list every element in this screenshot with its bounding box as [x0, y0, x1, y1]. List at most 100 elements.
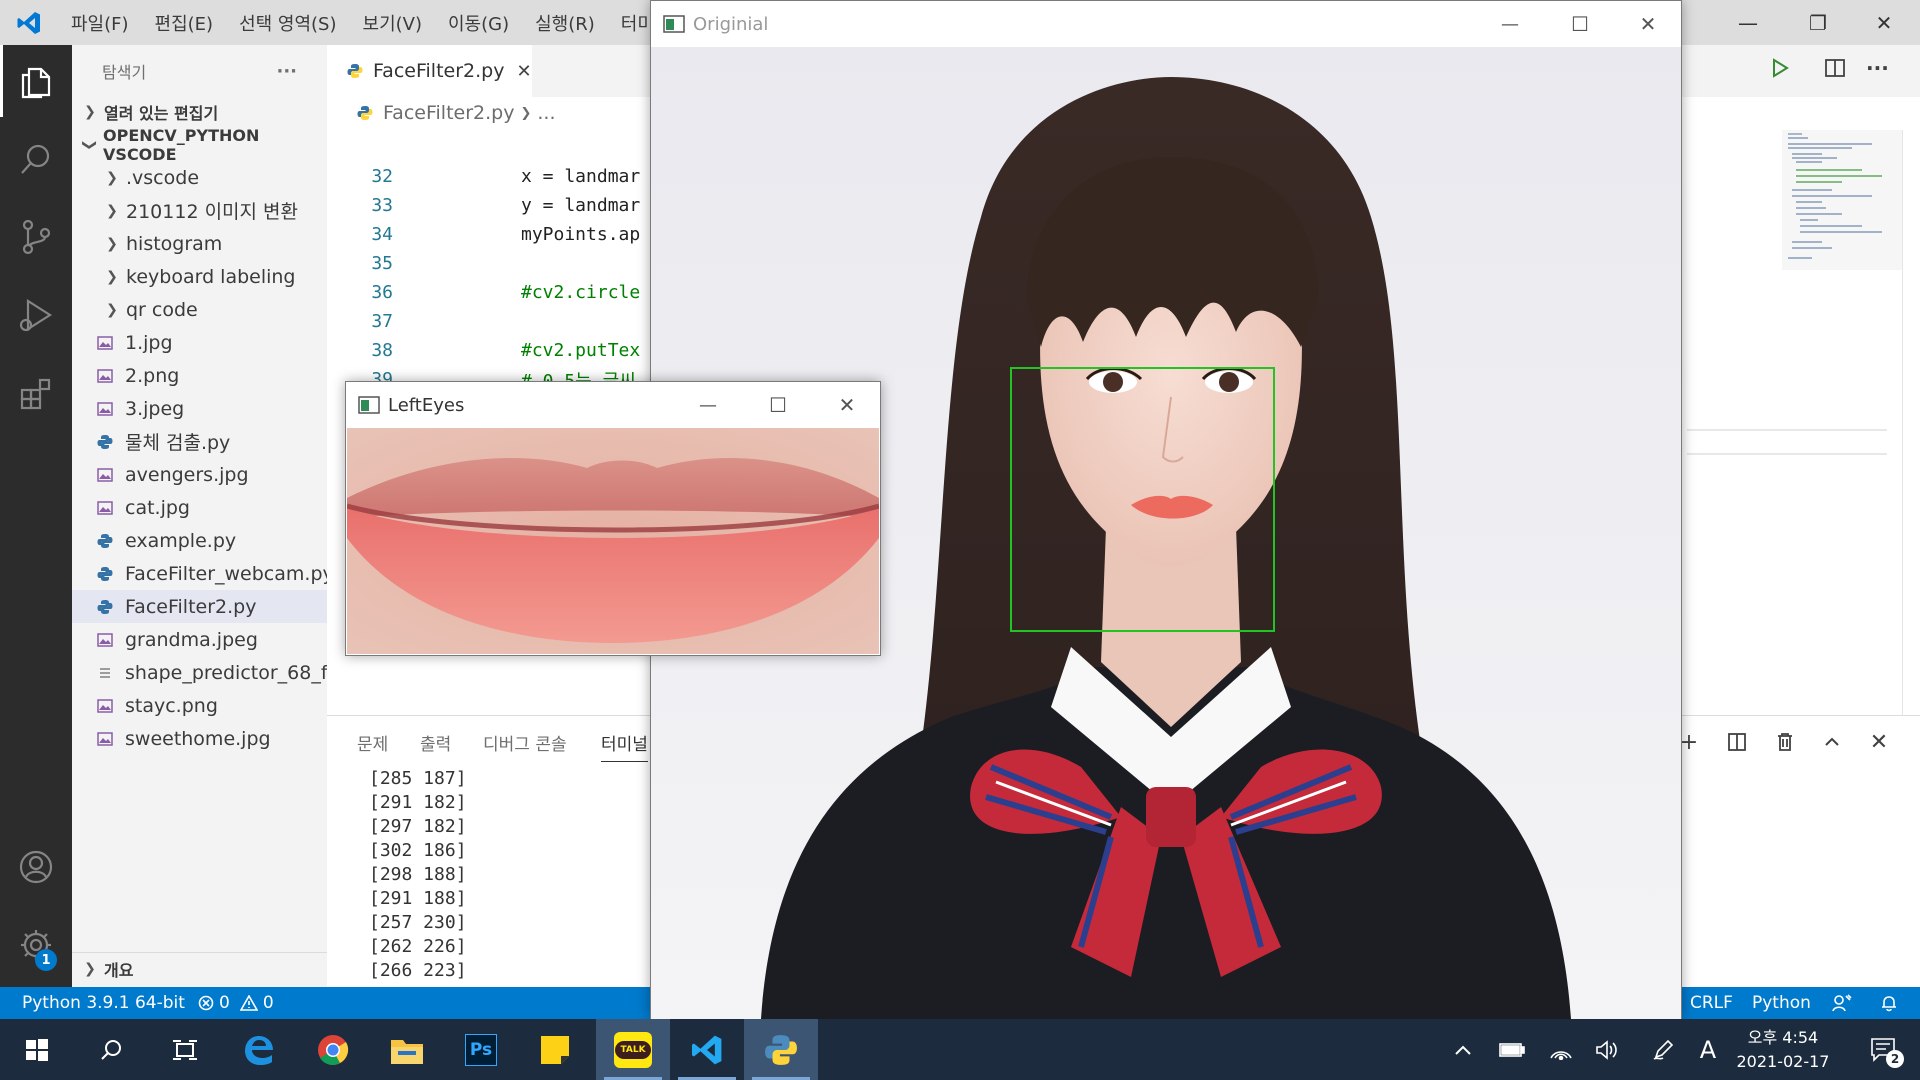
file-item[interactable]: avengers.jpg	[72, 458, 327, 491]
clock-date: 2021-02-17	[1736, 1051, 1830, 1071]
split-terminal-icon[interactable]	[1719, 724, 1755, 760]
file-item[interactable]: 3.jpeg	[72, 392, 327, 425]
folder-item[interactable]: ❯ histogram	[72, 227, 327, 260]
windows-taskbar: Ps TALK A 오후 4:54 2021-02-17 2	[0, 1019, 1920, 1080]
file-item[interactable]: 1.jpg	[72, 326, 327, 359]
close-tab-icon[interactable]: ✕	[516, 61, 531, 82]
file-item[interactable]: 2.png	[72, 359, 327, 392]
folder-item[interactable]: ❯ 210112 이미지 변환	[72, 194, 327, 227]
open-editors-section[interactable]: ❯ 열려 있는 편집기	[72, 95, 327, 128]
language-status[interactable]: Python	[1752, 987, 1811, 1019]
battery-icon[interactable]	[1496, 1019, 1528, 1080]
file-label: stayc.png	[125, 694, 218, 717]
account-icon[interactable]	[0, 831, 72, 903]
more-actions-button[interactable]: ···	[276, 61, 297, 82]
chrome-icon[interactable]	[296, 1019, 370, 1080]
maximize-button[interactable]: ☐	[743, 382, 813, 428]
close-button[interactable]: ✕	[1613, 1, 1683, 47]
wifi-icon[interactable]	[1546, 1019, 1576, 1080]
folder-item[interactable]: ❯ .vscode	[72, 161, 327, 194]
menu-item[interactable]: 선택 영역(S)	[226, 0, 349, 45]
explorer-icon[interactable]	[0, 45, 72, 117]
source-control-icon[interactable]	[0, 201, 72, 273]
eol-status[interactable]: CRLF	[1690, 987, 1733, 1019]
settings-gear-icon[interactable]: 1	[0, 909, 72, 981]
file-item[interactable]: example.py	[72, 524, 327, 557]
run-python-file-icon[interactable]	[1770, 58, 1790, 83]
file-item[interactable]: shape_predictor_68_f...	[72, 656, 327, 689]
file-item[interactable]: FaceFilter2.py	[72, 590, 327, 623]
code-text: x = landmar	[521, 166, 641, 187]
kakaotalk-icon[interactable]: TALK	[596, 1019, 670, 1080]
ime-indicator[interactable]: A	[1693, 1019, 1723, 1080]
photoshop-icon[interactable]: Ps	[444, 1019, 518, 1080]
python-interpreter-status[interactable]: Python 3.9.1 64-bit	[22, 987, 185, 1019]
minimize-button[interactable]: —	[1716, 0, 1780, 45]
pen-icon[interactable]	[1648, 1019, 1678, 1080]
search-icon[interactable]	[74, 1019, 148, 1080]
restore-button[interactable]: ❐	[1786, 0, 1850, 45]
file-item[interactable]: stayc.png	[72, 689, 327, 722]
explorer-sidebar: 탐색기 ··· ❯ 열려 있는 편집기 ❯ OPENCV_PYTHON VSCO…	[72, 45, 327, 987]
show-hidden-icons-icon[interactable]	[1448, 1019, 1478, 1080]
notifications-bell-icon[interactable]	[1880, 987, 1898, 1019]
close-panel-icon[interactable]: ✕	[1861, 724, 1897, 760]
clock[interactable]: 오후 4:54 2021-02-17	[1728, 1019, 1838, 1080]
minimize-button[interactable]: —	[673, 382, 743, 428]
windows-start-icon[interactable]	[0, 1019, 74, 1080]
tab-output[interactable]: 출력	[420, 730, 451, 755]
search-icon[interactable]	[0, 123, 72, 195]
feedback-icon[interactable]	[1832, 987, 1852, 1019]
workspace-section[interactable]: ❯ OPENCV_PYTHON VSCODE	[72, 126, 327, 164]
file-item[interactable]: 물체 검출.py	[72, 425, 327, 458]
tab-problems[interactable]: 문제	[357, 730, 388, 755]
file-item[interactable]: cat.jpg	[72, 491, 327, 524]
error-icon	[198, 995, 214, 1011]
editor-scrollbar[interactable]	[1902, 130, 1920, 730]
file-label: FaceFilter2.py	[125, 595, 257, 618]
sidebar-title: 탐색기	[102, 63, 147, 82]
task-view-icon[interactable]	[148, 1019, 222, 1080]
maximize-button[interactable]: ☐	[1545, 1, 1615, 47]
split-editor-icon[interactable]	[1824, 58, 1846, 83]
outline-section[interactable]: ❯ 개요	[72, 952, 327, 985]
file-item[interactable]: grandma.jpeg	[72, 623, 327, 656]
minimize-button[interactable]: —	[1475, 1, 1545, 47]
python-icon[interactable]	[744, 1019, 818, 1080]
run-debug-icon[interactable]	[0, 279, 72, 351]
kill-terminal-icon[interactable]	[1767, 724, 1803, 760]
file-label: cat.jpg	[125, 496, 190, 519]
action-center-icon[interactable]: 2	[1862, 1019, 1906, 1080]
close-button[interactable]: ✕	[812, 382, 882, 428]
volume-icon[interactable]	[1592, 1019, 1622, 1080]
vscode-icon[interactable]	[670, 1019, 744, 1080]
menu-item[interactable]: 편집(E)	[142, 0, 227, 45]
folder-item[interactable]: ❯ keyboard labeling	[72, 260, 327, 293]
tab-facefilter2[interactable]: FaceFilter2.py ✕	[327, 45, 532, 97]
file-item[interactable]: FaceFilter_webcam.py	[72, 557, 327, 590]
close-button[interactable]: ✕	[1852, 0, 1916, 45]
menu-item[interactable]: 파일(F)	[58, 0, 142, 45]
folder-label: qr code	[126, 298, 198, 321]
tab-debug-console[interactable]: 디버그 콘솔	[483, 730, 567, 755]
maximize-panel-icon[interactable]	[1814, 724, 1850, 760]
lefteyes-window[interactable]: LeftEyes — ☐ ✕	[345, 381, 881, 656]
folder-item[interactable]: ❯ qr code	[72, 293, 327, 326]
file-tree: ❯ .vscode ❯ 210112 이미지 변환 ❯ histogram ❯ keyboar…	[72, 161, 327, 755]
image-icon	[96, 631, 114, 649]
menu-item[interactable]: 이동(G)	[435, 0, 522, 45]
problems-status[interactable]: 0 0	[198, 987, 274, 1019]
breadcrumb-symbol[interactable]: ...	[537, 102, 555, 124]
tab-terminal[interactable]: 터미널	[601, 730, 648, 762]
sticky-notes-icon[interactable]	[518, 1019, 592, 1080]
menu-item[interactable]: 보기(V)	[350, 0, 435, 45]
minimap[interactable]	[1782, 130, 1902, 270]
more-actions-icon[interactable]: ···	[1866, 56, 1889, 80]
file-explorer-icon[interactable]	[370, 1019, 444, 1080]
menu-item[interactable]: 실행(R)	[522, 0, 608, 45]
file-item[interactable]: sweethome.jpg	[72, 722, 327, 755]
file-label: example.py	[125, 529, 237, 552]
breadcrumb-file[interactable]: FaceFilter2.py	[383, 102, 514, 124]
extensions-icon[interactable]	[0, 357, 72, 429]
edge-icon[interactable]	[222, 1019, 296, 1080]
